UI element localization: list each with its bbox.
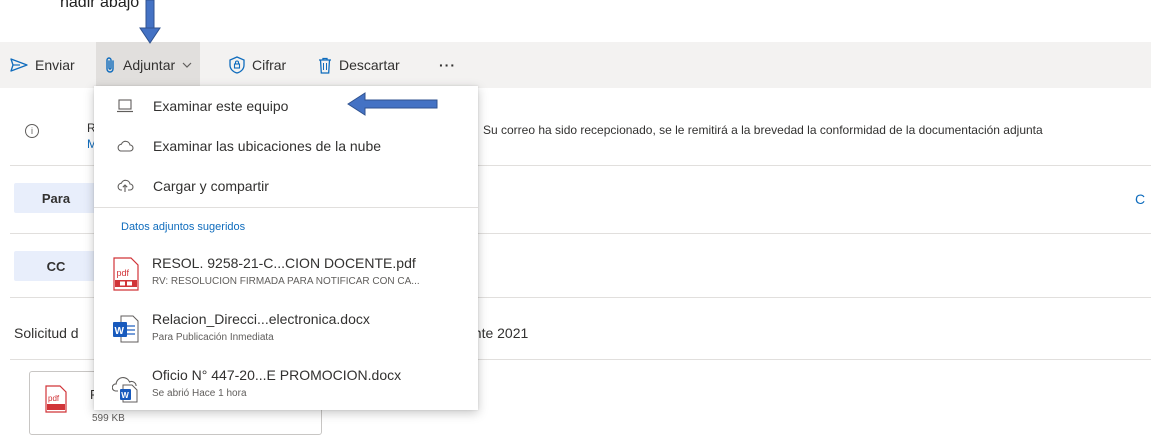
- menu-item-browse-cloud[interactable]: Examinar las ubicaciones de la nube: [94, 126, 478, 166]
- more-options-button[interactable]: ···: [439, 42, 456, 88]
- suggested-file-item[interactable]: W Relacion_Direcci...electronica.docx Pa…: [94, 305, 478, 357]
- send-icon: [10, 58, 28, 72]
- send-button[interactable]: Enviar: [10, 42, 75, 88]
- encrypt-button[interactable]: Cifrar: [229, 42, 286, 88]
- annotation-arrow-down-icon: [139, 0, 161, 44]
- menu-divider: [94, 207, 478, 208]
- menu-item-upload-share[interactable]: Cargar y compartir: [94, 166, 478, 206]
- cc-link-peek[interactable]: C: [1135, 191, 1145, 207]
- cloud-upload-icon: [115, 179, 135, 193]
- laptop-icon: [115, 99, 135, 113]
- cc-button[interactable]: CC: [14, 251, 98, 281]
- suggested-file-name: Oficio N° 447-20...E PROMOCION.docx: [152, 367, 402, 383]
- info-icon: i: [25, 124, 39, 138]
- suggested-file-name: Relacion_Direcci...electronica.docx: [152, 311, 370, 327]
- word-file-icon: W: [112, 313, 140, 347]
- trash-icon: [318, 57, 332, 74]
- encrypt-label: Cifrar: [252, 57, 287, 73]
- chevron-down-icon: [182, 61, 192, 69]
- shield-lock-icon: [229, 56, 245, 74]
- annotation-arrow-left-icon: [347, 92, 438, 116]
- annotation-caption-text: ñadir abajo: [60, 0, 140, 11]
- to-label: Para: [41, 190, 71, 206]
- suggested-file-name: RESOL. 9258-21-C...CION DOCENTE.pdf: [152, 255, 416, 271]
- pdf-file-icon: pdf: [112, 257, 140, 291]
- suggested-attachments-heading: Datos adjuntos sugeridos: [121, 221, 246, 233]
- menu-item-label: Examinar este equipo: [153, 98, 289, 114]
- svg-text:W: W: [115, 326, 125, 337]
- suggested-file-subtitle: Para Publicación Inmediata: [152, 332, 274, 343]
- suggested-file-item[interactable]: W Oficio N° 447-20...E PROMOCION.docx Se…: [94, 361, 478, 413]
- cloud-word-file-icon: W: [111, 369, 140, 403]
- suggested-file-subtitle: Se abrió Hace 1 hora: [152, 388, 247, 399]
- pdf-file-icon: pdf: [44, 385, 68, 418]
- discard-label: Descartar: [339, 57, 400, 73]
- attach-label: Adjuntar: [123, 57, 176, 73]
- svg-text:pdf: pdf: [48, 394, 60, 403]
- send-label: Enviar: [35, 57, 75, 73]
- suggested-file-subtitle: RV: RESOLUCION FIRMADA PARA NOTIFICAR CO…: [152, 276, 420, 287]
- info-message: Su correo ha sido recepcionado, se le re…: [483, 123, 1043, 137]
- cc-label: CC: [46, 258, 66, 274]
- paperclip-icon: [104, 56, 116, 74]
- compose-toolbar: Enviar Adjuntar Cifrar Descartar ···: [0, 42, 1151, 88]
- svg-text:pdf: pdf: [117, 268, 130, 278]
- annotation-caption: ñadir abajo: [60, 0, 139, 12]
- attach-dropdown-menu: Examinar este equipo Examinar las ubicac…: [94, 86, 478, 410]
- attach-button[interactable]: Adjuntar: [96, 42, 201, 88]
- menu-item-label: Examinar las ubicaciones de la nube: [153, 138, 382, 154]
- svg-text:W: W: [121, 391, 129, 400]
- attachment-size: 599 KB: [92, 413, 125, 424]
- to-button[interactable]: Para: [14, 183, 98, 213]
- more-options-label: ···: [439, 57, 456, 73]
- suggested-file-item[interactable]: pdf RESOL. 9258-21-C...CION DOCENTE.pdf …: [94, 249, 478, 301]
- menu-item-label: Cargar y compartir: [153, 178, 269, 194]
- discard-button[interactable]: Descartar: [318, 42, 400, 88]
- subject-peek[interactable]: Solicitud d: [14, 325, 79, 341]
- cloud-icon: [115, 140, 135, 152]
